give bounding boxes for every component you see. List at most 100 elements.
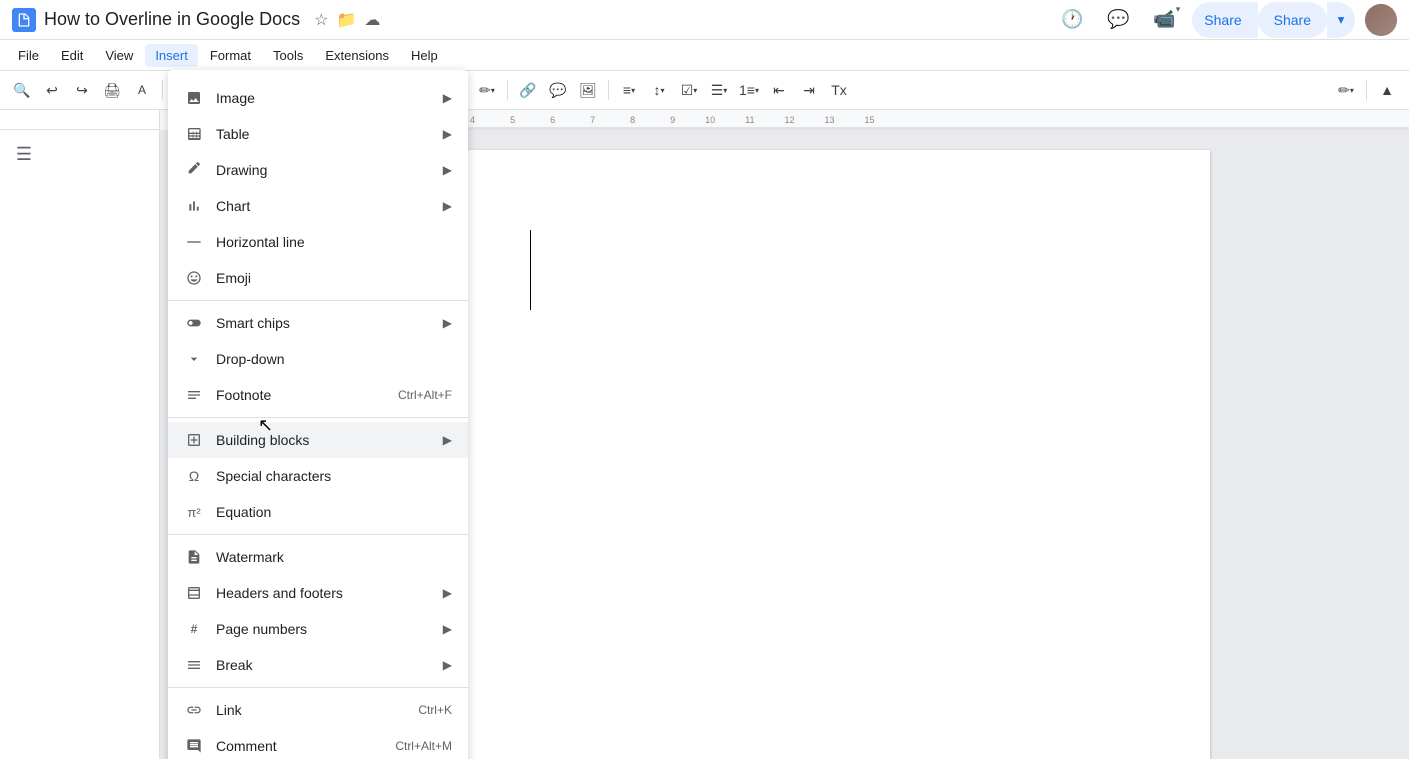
toolbar-undo[interactable]: ↩: [38, 76, 66, 104]
toolbar-numbered-list[interactable]: 1≡▾: [735, 76, 763, 104]
equation-icon: π²: [184, 502, 204, 522]
share-button-label[interactable]: Share: [1258, 2, 1327, 38]
menu-extensions[interactable]: Extensions: [315, 44, 399, 67]
toolbar-print[interactable]: 🖨: [98, 76, 126, 104]
toolbar-line-spacing[interactable]: ↕▾: [645, 76, 673, 104]
menu-item-horizontal-line[interactable]: Horizontal line: [168, 224, 468, 260]
smart-chips-icon: [184, 313, 204, 333]
menu-section-page: Watermark Headers and footers ▶ # Page n…: [168, 535, 468, 688]
special-characters-label: Special characters: [216, 468, 452, 484]
menu-item-chart[interactable]: Chart ▶: [168, 188, 468, 224]
menu-item-table[interactable]: Table ▶: [168, 116, 468, 152]
emoji-icon: [184, 268, 204, 288]
menu-item-comment[interactable]: Comment Ctrl+Alt+M: [168, 728, 468, 759]
menu-section-media: Image ▶ Table ▶ Drawing ▶: [168, 76, 468, 301]
cloud-icon[interactable]: ☁: [364, 10, 380, 30]
sidebar: ☰: [0, 130, 160, 759]
menu-item-dropdown[interactable]: Drop-down: [168, 341, 468, 377]
chart-label: Chart: [216, 198, 431, 214]
comment-icon: [184, 736, 204, 756]
toolbar-indent-decrease[interactable]: ⇤: [765, 76, 793, 104]
footnote-label: Footnote: [216, 387, 386, 403]
menu-item-break[interactable]: Break ▶: [168, 647, 468, 683]
menu-item-smart-chips[interactable]: Smart chips ▶: [168, 305, 468, 341]
menu-section-chips: Smart chips ▶ Drop-down Footnote Ctrl+Al…: [168, 301, 468, 418]
building-blocks-arrow: ▶: [443, 433, 452, 447]
menu-item-drawing[interactable]: Drawing ▶: [168, 152, 468, 188]
comment-mode-icon[interactable]: 💬: [1100, 2, 1136, 38]
table-arrow: ▶: [443, 127, 452, 141]
toolbar-search[interactable]: 🔍: [8, 76, 36, 104]
menu-format[interactable]: Format: [200, 44, 261, 67]
toolbar-pen[interactable]: ✏▾: [1332, 76, 1360, 104]
toolbar-bullet-list[interactable]: ☰▾: [705, 76, 733, 104]
page-numbers-icon: #: [184, 619, 204, 639]
toolbar-checklist[interactable]: ☑▾: [675, 76, 703, 104]
image-arrow: ▶: [443, 91, 452, 105]
equation-label: Equation: [216, 504, 452, 520]
menu-insert[interactable]: Insert: [145, 44, 198, 67]
menu-tools[interactable]: Tools: [263, 44, 313, 67]
menu-item-image[interactable]: Image ▶: [168, 80, 468, 116]
drawing-icon: [184, 160, 204, 180]
folder-icon[interactable]: 📁: [336, 10, 356, 30]
toolbar-collapse[interactable]: ▲: [1373, 76, 1401, 104]
menu-item-special-characters[interactable]: Ω Special characters: [168, 458, 468, 494]
toolbar-image[interactable]: 🖼: [574, 76, 602, 104]
menu-item-emoji[interactable]: Emoji: [168, 260, 468, 296]
insert-dropdown-menu: Image ▶ Table ▶ Drawing ▶: [168, 70, 468, 759]
image-icon: [184, 88, 204, 108]
image-label: Image: [216, 90, 431, 106]
menu-item-building-blocks[interactable]: Building blocks ▶: [168, 422, 468, 458]
outline-icon[interactable]: ☰: [8, 138, 40, 170]
menu-item-page-numbers[interactable]: # Page numbers ▶: [168, 611, 468, 647]
chart-arrow: ▶: [443, 199, 452, 213]
menu-item-footnote[interactable]: Footnote Ctrl+Alt+F: [168, 377, 468, 413]
table-icon: [184, 124, 204, 144]
share-button[interactable]: Share: [1192, 2, 1257, 38]
break-label: Break: [216, 657, 431, 673]
building-blocks-label: Building blocks: [216, 432, 431, 448]
comment-label: Comment: [216, 738, 383, 754]
dropdown-menu-container: Image ▶ Table ▶ Drawing ▶: [168, 70, 468, 759]
menu-item-link[interactable]: Link Ctrl+K: [168, 692, 468, 728]
toolbar-spellcheck[interactable]: A: [128, 76, 156, 104]
menu-item-watermark[interactable]: Watermark: [168, 539, 468, 575]
video-call-icon[interactable]: 📹 ▾: [1146, 2, 1182, 38]
history-icon[interactable]: 🕐: [1054, 2, 1090, 38]
toolbar-divider-1: [162, 80, 163, 100]
link-shortcut: Ctrl+K: [418, 703, 452, 717]
link-icon: [184, 700, 204, 720]
menu-file[interactable]: File: [8, 44, 49, 67]
chart-icon: [184, 196, 204, 216]
menu-help[interactable]: Help: [401, 44, 448, 67]
app-icon[interactable]: [12, 8, 36, 32]
avatar[interactable]: [1365, 4, 1397, 36]
menu-item-headers-footers[interactable]: Headers and footers ▶: [168, 575, 468, 611]
toolbar-link[interactable]: 🔗: [514, 76, 542, 104]
menu-section-interactions: Link Ctrl+K Comment Ctrl+Alt+M Emoji rea…: [168, 688, 468, 759]
cursor-line: [530, 230, 532, 310]
toolbar-divider-4: [507, 80, 508, 100]
star-icon[interactable]: ☆: [314, 10, 328, 30]
menu-view[interactable]: View: [95, 44, 143, 67]
toolbar-highlight-color[interactable]: ✏▾: [473, 76, 501, 104]
toolbar-align[interactable]: ≡▾: [615, 76, 643, 104]
menu-bar: File Edit View Insert Format Tools Exten…: [0, 40, 1409, 70]
toolbar-indent-increase[interactable]: ⇥: [795, 76, 823, 104]
table-label: Table: [216, 126, 431, 142]
smart-chips-arrow: ▶: [443, 316, 452, 330]
link-label: Link: [216, 702, 406, 718]
toolbar-comment[interactable]: 💬: [544, 76, 572, 104]
menu-edit[interactable]: Edit: [51, 44, 93, 67]
headers-footers-icon: [184, 583, 204, 603]
share-dropdown-button[interactable]: ▾: [1327, 2, 1355, 38]
watermark-icon: [184, 547, 204, 567]
drawing-label: Drawing: [216, 162, 431, 178]
comment-shortcut: Ctrl+Alt+M: [395, 739, 452, 753]
dropdown-icon: [184, 349, 204, 369]
menu-item-equation[interactable]: π² Equation: [168, 494, 468, 530]
toolbar-clear-format[interactable]: Tx: [825, 76, 853, 104]
title-bar: How to Overline in Google Docs ☆ 📁 ☁ 🕐 💬…: [0, 0, 1409, 40]
toolbar-redo[interactable]: ↪: [68, 76, 96, 104]
